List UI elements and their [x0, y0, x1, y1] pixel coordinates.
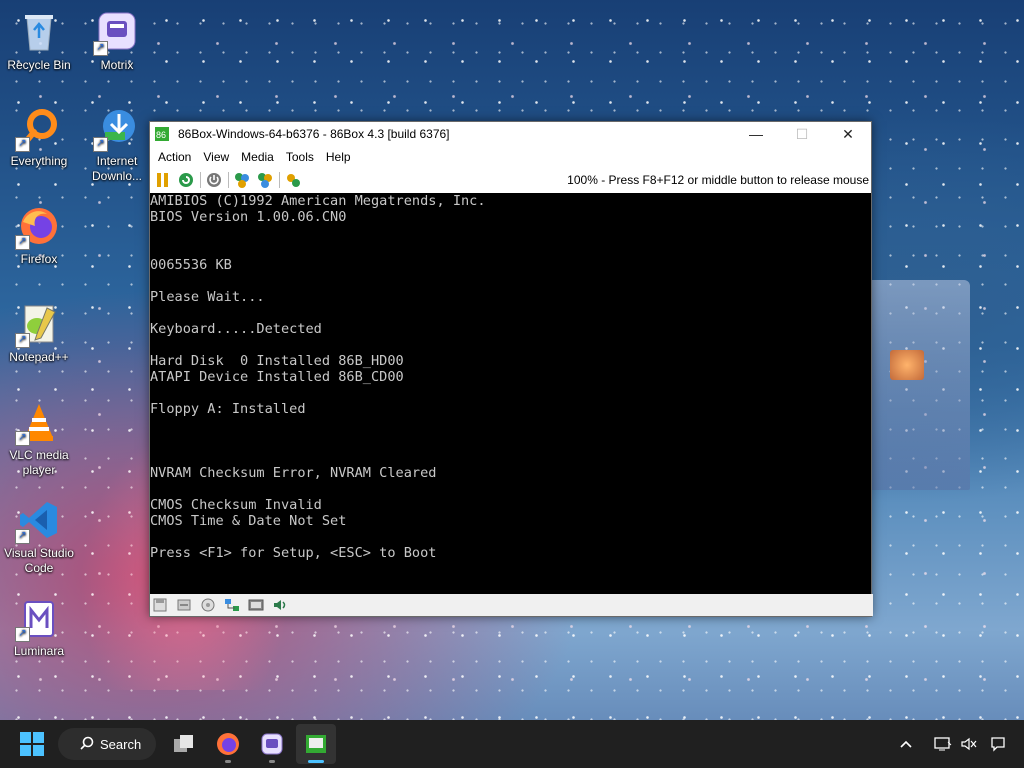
- menu-action[interactable]: Action: [152, 150, 197, 164]
- emulated-screen[interactable]: AMIBIOS (C)1992 American Megatrends, Inc…: [150, 193, 871, 594]
- bios-line: [150, 225, 871, 241]
- ctrl-alt-esc-icon[interactable]: [256, 171, 274, 189]
- desktop-icon-recycle-bin[interactable]: Recycle Bin: [1, 10, 77, 73]
- display-icon[interactable]: [248, 597, 264, 613]
- bios-line: [150, 433, 871, 449]
- desktop-icon-luminara[interactable]: ↗ Luminara: [1, 596, 77, 659]
- internet-download-manager-icon: ↗: [93, 106, 139, 152]
- menu-bar: Action View Media Tools Help: [150, 146, 871, 168]
- bios-line: [150, 529, 871, 545]
- desktop-icon-notepadpp[interactable]: ↗ Notepad++: [1, 302, 77, 365]
- bios-line: [150, 337, 871, 353]
- firefox-icon: ↗: [15, 204, 61, 250]
- status-bar: [150, 594, 873, 616]
- bios-line: BIOS Version 1.00.06.CN0: [150, 209, 347, 225]
- system-tray: [886, 720, 1006, 768]
- bios-line: ATAPI Device Installed 86B_CD00: [150, 369, 404, 385]
- cdrom-icon[interactable]: [176, 597, 192, 613]
- desktop-icon-everything[interactable]: ↗ Everything: [1, 106, 77, 169]
- menu-media[interactable]: Media: [235, 150, 280, 164]
- network-icon[interactable]: [224, 597, 240, 613]
- taskbar: Search: [0, 720, 1024, 768]
- floppy-icon[interactable]: [152, 597, 168, 613]
- bios-line: [150, 273, 871, 289]
- title-bar[interactable]: 86 86Box-Windows-64-b6376 - 86Box 4.3 [b…: [150, 122, 871, 146]
- hdd-icon[interactable]: [200, 597, 216, 613]
- close-button[interactable]: ✕: [825, 122, 871, 146]
- menu-view[interactable]: View: [197, 150, 235, 164]
- vlc-icon: ↗: [15, 400, 61, 446]
- toolbar-separator: [200, 172, 201, 188]
- search-icon: [80, 736, 94, 753]
- bios-line: Press <F1> for Setup, <ESC> to Boot: [150, 545, 437, 561]
- search-label: Search: [100, 736, 142, 752]
- bios-line: [150, 417, 871, 433]
- notification-icon[interactable]: [990, 736, 1006, 752]
- search-box[interactable]: Search: [58, 728, 156, 760]
- bios-line: Hard Disk 0 Installed 86B_HD00: [150, 353, 404, 369]
- 86box-icon: 86: [154, 126, 170, 142]
- bios-line: [150, 449, 871, 465]
- desktop-icon-vscode[interactable]: ↗ Visual Studio Code: [1, 498, 77, 576]
- desktop-icon-firefox[interactable]: ↗ Firefox: [1, 204, 77, 267]
- toolbar-separator: [279, 172, 280, 188]
- wallpaper-house: [860, 280, 970, 490]
- bios-line: Keyboard.....Detected: [150, 321, 322, 337]
- toolbar-separator: [228, 172, 229, 188]
- bios-line: [150, 481, 871, 497]
- vscode-icon: ↗: [15, 498, 61, 544]
- motrix-icon: ↗: [93, 10, 139, 56]
- volume-muted-icon[interactable]: [960, 736, 978, 752]
- ctrl-alt-del-icon[interactable]: [233, 171, 251, 189]
- desktop-icon-internet-download-manager[interactable]: ↗ Internet Downlo...: [79, 106, 155, 184]
- toolbar: 100% - Press F8+F12 or middle button to …: [150, 168, 871, 192]
- task-view-icon[interactable]: [164, 724, 204, 764]
- everything-search-icon: ↗: [15, 106, 61, 152]
- bios-line: [150, 305, 871, 321]
- emulator-window: 86 86Box-Windows-64-b6376 - 86Box 4.3 [b…: [149, 121, 873, 617]
- start-button[interactable]: [20, 732, 44, 756]
- settings-icon[interactable]: [284, 171, 302, 189]
- power-icon[interactable]: [205, 171, 223, 189]
- bios-output: AMIBIOS (C)1992 American Megatrends, Inc…: [150, 193, 871, 561]
- menu-help[interactable]: Help: [320, 150, 357, 164]
- bios-line: 0065536 KB: [150, 257, 232, 273]
- bios-line: Floppy A: Installed: [150, 401, 306, 417]
- status-text: 100% - Press F8+F12 or middle button to …: [567, 173, 869, 187]
- window-title: 86Box-Windows-64-b6376 - 86Box 4.3 [buil…: [178, 127, 450, 141]
- bios-line: CMOS Time & Date Not Set: [150, 513, 347, 529]
- desktop-icon-motrix[interactable]: ↗ Motrix: [79, 10, 155, 73]
- bios-line: CMOS Checksum Invalid: [150, 497, 322, 513]
- taskbar-86box-icon[interactable]: [296, 724, 336, 764]
- maximize-button[interactable]: ☐: [779, 122, 825, 146]
- bios-line: [150, 241, 871, 257]
- bios-line: [150, 385, 871, 401]
- recycle-bin-icon: [17, 10, 61, 54]
- chevron-up-icon[interactable]: [900, 740, 912, 748]
- network-icon[interactable]: [934, 736, 952, 752]
- svg-text:86: 86: [156, 130, 166, 140]
- desktop-icon-vlc[interactable]: ↗ VLC media player: [1, 400, 77, 478]
- sound-icon[interactable]: [272, 597, 288, 613]
- bios-line: AMIBIOS (C)1992 American Megatrends, Inc…: [150, 193, 486, 209]
- pause-icon[interactable]: [154, 171, 172, 189]
- menu-tools[interactable]: Tools: [280, 150, 320, 164]
- taskbar-motrix-icon[interactable]: [252, 724, 292, 764]
- minimize-button[interactable]: —: [733, 122, 779, 146]
- bios-line: Please Wait...: [150, 289, 265, 305]
- luminara-icon: ↗: [15, 596, 61, 642]
- taskbar-firefox-icon[interactable]: [208, 724, 248, 764]
- notepadpp-icon: ↗: [15, 302, 61, 348]
- bios-line: NVRAM Checksum Error, NVRAM Cleared: [150, 465, 437, 481]
- reset-icon[interactable]: [177, 171, 195, 189]
